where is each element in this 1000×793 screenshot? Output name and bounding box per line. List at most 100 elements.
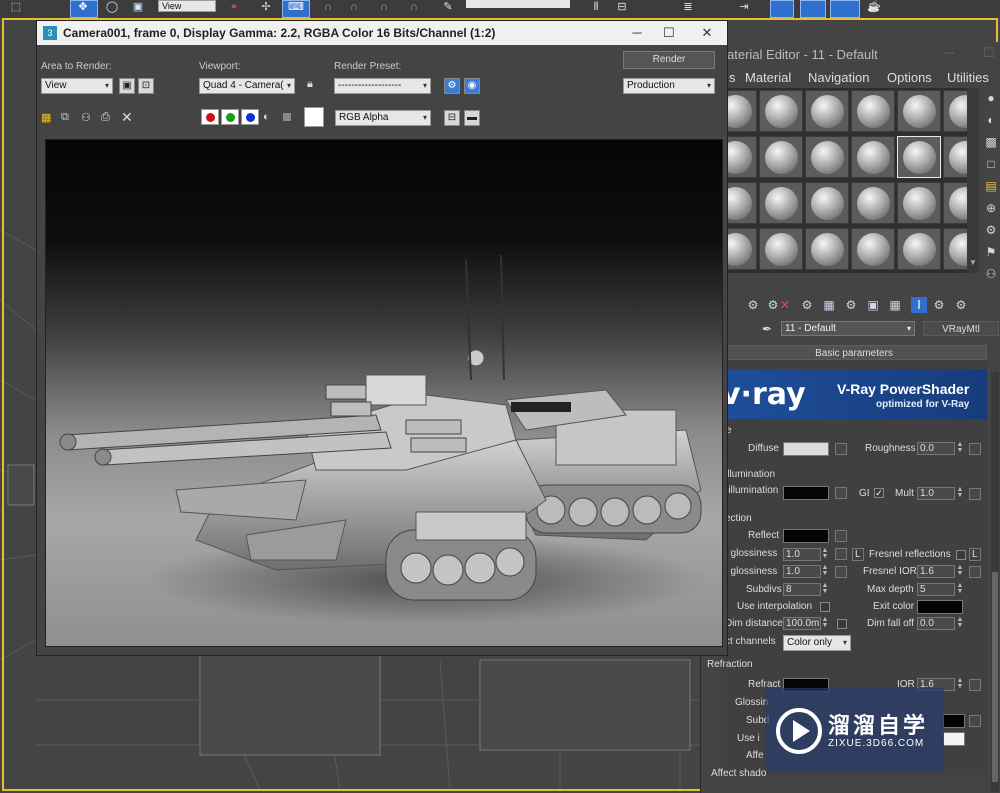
red-channel-toggle[interactable]: [201, 109, 219, 125]
render-window-titlebar[interactable]: 3 Camera001, frame 0, Display Gamma: 2.2…: [37, 21, 727, 45]
make-unique-icon[interactable]: ⚙: [799, 297, 815, 313]
monochrome-icon[interactable]: [283, 113, 291, 121]
self-illumination-swatch[interactable]: [783, 486, 829, 500]
go-forward-sibling-icon[interactable]: ⚙: [931, 297, 947, 313]
menu-modes[interactable]: s: [729, 70, 736, 85]
material-editor-button[interactable]: [800, 0, 826, 18]
roughness-map-button[interactable]: [969, 443, 981, 455]
fresnel-checkbox[interactable]: [956, 550, 966, 560]
reflection-glossiness-map-button[interactable]: [835, 566, 847, 578]
rotate-icon[interactable]: ◯: [104, 0, 120, 14]
pivot-icon[interactable]: ⌖: [226, 0, 242, 14]
gi-checkbox[interactable]: ✓: [874, 488, 884, 498]
material-sample-slot[interactable]: [805, 182, 849, 224]
material-sample-slot[interactable]: [805, 228, 849, 270]
curve-editor-icon[interactable]: ⇥: [736, 0, 752, 14]
spinner-arrows-icon[interactable]: ▲ ▼: [956, 441, 964, 455]
close-button[interactable]: ✕: [697, 24, 717, 42]
select-manipulate-icon[interactable]: ✢: [258, 0, 274, 14]
dim-distance-spinner[interactable]: 100.0m: [783, 617, 821, 630]
material-editor-titlebar[interactable]: aterial Editor - 11 - Default ─ ☐: [701, 42, 1000, 66]
get-material-icon[interactable]: ⚙: [745, 297, 761, 313]
save-image-icon[interactable]: ▦: [41, 111, 53, 124]
material-sample-slot[interactable]: [805, 90, 849, 132]
go-to-parent-icon[interactable]: Ⅰ: [911, 297, 927, 313]
reset-map-icon[interactable]: ✕: [777, 297, 793, 313]
sample-type-icon[interactable]: ●: [983, 90, 999, 106]
menu-options[interactable]: Options: [887, 70, 932, 85]
material-sample-slot[interactable]: [943, 90, 967, 132]
maximize-icon[interactable]: ☐: [983, 45, 995, 61]
select-by-material-icon[interactable]: ⚑: [983, 244, 999, 260]
material-sample-slot[interactable]: [897, 136, 941, 178]
show-end-result-icon[interactable]: ▦: [887, 297, 903, 313]
roughness-spinner[interactable]: 0.0: [917, 442, 955, 455]
hilight-glossiness-spinner[interactable]: 1.0: [783, 548, 821, 561]
eyedropper-icon[interactable]: ✒: [759, 321, 775, 337]
render-mode-dropdown[interactable]: Production ▾: [623, 78, 715, 94]
render-setup-button[interactable]: [830, 0, 860, 18]
fresnel-ior-map-button[interactable]: [969, 566, 981, 578]
material-sample-slot[interactable]: [851, 90, 895, 132]
green-channel-toggle[interactable]: [221, 109, 239, 125]
affect-channels-dropdown[interactable]: Color only ▾: [783, 635, 851, 651]
material-sample-slot[interactable]: [851, 228, 895, 270]
backlight-icon[interactable]: ◐: [983, 112, 999, 128]
percent-snap-icon[interactable]: ∩: [376, 0, 392, 14]
auto-region-icon[interactable]: ⊡: [138, 78, 154, 94]
spinner-arrows-icon[interactable]: ▲ ▼: [956, 582, 964, 596]
clone-window-icon[interactable]: ⚇: [81, 111, 91, 124]
exit-color-swatch[interactable]: [917, 600, 963, 614]
material-sample-slot[interactable]: [943, 228, 967, 270]
clear-icon[interactable]: ✕: [121, 109, 133, 126]
render-setup-icon[interactable]: ⚙: [444, 78, 460, 94]
display-channel-dropdown[interactable]: RGB Alpha ▾: [335, 110, 431, 126]
mult-spinner[interactable]: 1.0: [917, 487, 955, 500]
spinner-arrows-icon[interactable]: ▲ ▼: [956, 616, 964, 630]
background-icon[interactable]: ▩: [983, 134, 999, 150]
slots-scrollbar[interactable]: ▼: [967, 88, 979, 273]
material-sample-slot[interactable]: [725, 90, 757, 132]
sample-uv-icon[interactable]: □: [983, 156, 999, 172]
material-sample-slot[interactable]: [851, 182, 895, 224]
schematic-view-button[interactable]: [770, 0, 794, 18]
edit-named-sets-icon[interactable]: ✎: [440, 0, 456, 14]
select-region-icon[interactable]: ⬚: [8, 0, 24, 14]
material-sample-slot[interactable]: [725, 228, 757, 270]
layer-icon[interactable]: ≣: [680, 0, 696, 14]
show-shaded-icon[interactable]: ▣: [865, 297, 881, 313]
align-icon[interactable]: ⊟: [614, 0, 630, 14]
reference-coord-dropdown[interactable]: View: [158, 0, 216, 12]
dim-distance-checkbox[interactable]: [837, 619, 847, 629]
max-depth-spinner[interactable]: 5: [917, 583, 955, 596]
fog-multiplier-swatch[interactable]: [943, 732, 965, 746]
video-color-icon[interactable]: ▤: [983, 178, 999, 194]
spinner-arrows-icon[interactable]: ▲ ▼: [956, 677, 964, 691]
material-sample-slot[interactable]: [759, 136, 803, 178]
material-sample-slot[interactable]: [897, 228, 941, 270]
print-image-icon[interactable]: ⎙: [101, 111, 110, 124]
diffuse-map-button[interactable]: [835, 443, 847, 455]
spinner-arrows-icon[interactable]: ▲ ▼: [821, 547, 829, 561]
reflect-color-swatch[interactable]: [783, 529, 829, 543]
minimize-button[interactable]: ─: [627, 24, 647, 42]
toggle-ui-overlay-icon[interactable]: ⊟: [444, 110, 460, 126]
menu-material[interactable]: Material: [745, 70, 791, 85]
environment-effects-icon[interactable]: ◉: [464, 78, 480, 94]
named-selection-dropdown[interactable]: [466, 0, 570, 8]
options-icon[interactable]: ⚙: [983, 222, 999, 238]
material-name-field[interactable]: 11 - Default ▾: [781, 321, 915, 336]
edit-region-icon[interactable]: ▣: [119, 78, 135, 94]
spinner-arrows-icon[interactable]: ▲ ▼: [821, 616, 829, 630]
rollout-scrollbar[interactable]: [991, 372, 999, 792]
scroll-down-icon[interactable]: ▼: [969, 258, 977, 267]
fresnel-ior-spinner[interactable]: 1.6: [917, 565, 955, 578]
material-sample-slot[interactable]: [943, 182, 967, 224]
fog-color-swatch[interactable]: [943, 714, 965, 728]
menu-utilities[interactable]: Utilities: [947, 70, 989, 85]
lock-hilight-button[interactable]: L: [852, 548, 864, 561]
swatch-color-box[interactable]: [304, 107, 324, 127]
material-sample-slot[interactable]: [897, 182, 941, 224]
material-sample-slot[interactable]: [759, 228, 803, 270]
subdivs-spinner[interactable]: 8: [783, 583, 821, 596]
